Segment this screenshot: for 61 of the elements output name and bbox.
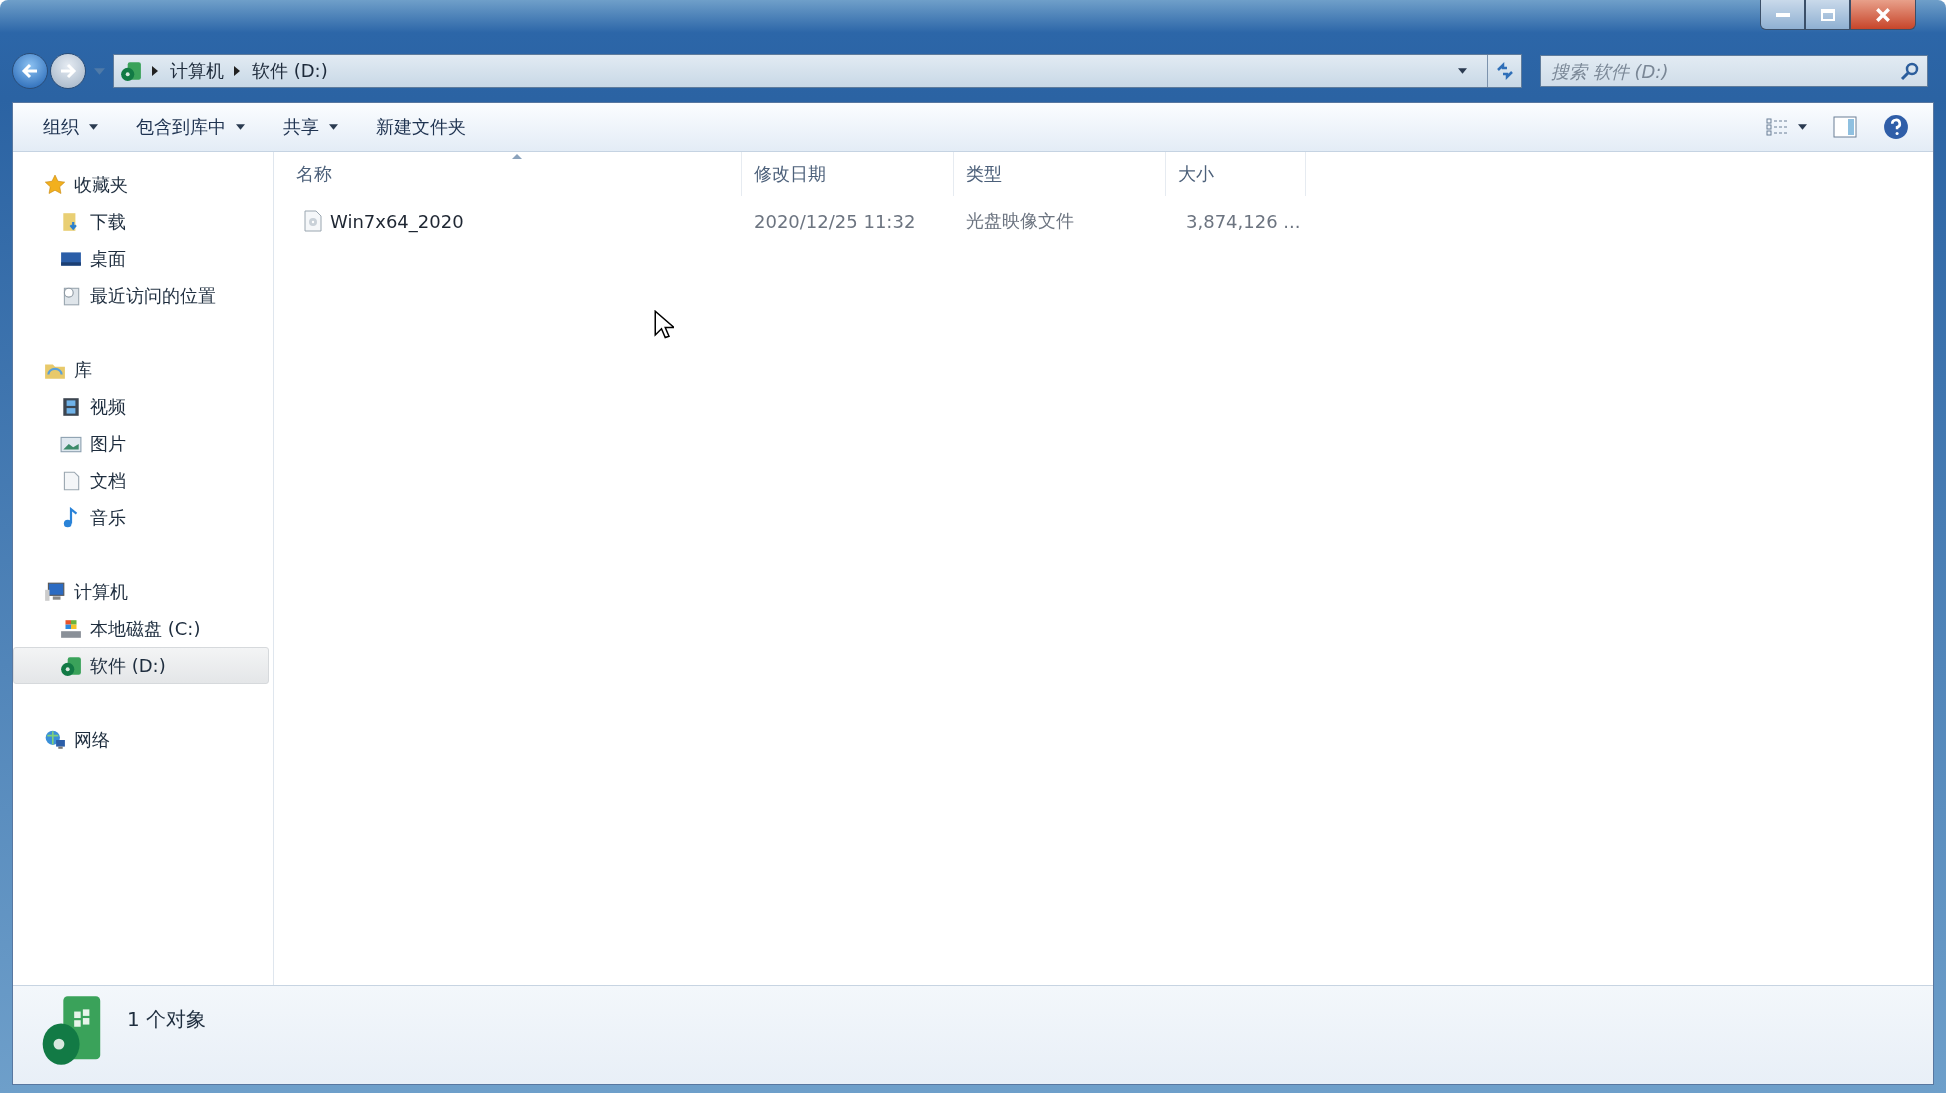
minimize-icon xyxy=(1775,12,1790,17)
toolbar-button[interactable]: 新建文件夹 xyxy=(362,109,480,145)
maximize-button[interactable] xyxy=(1805,0,1850,30)
search-field[interactable]: 搜索 软件 (D:) xyxy=(1540,55,1928,87)
help-icon xyxy=(1883,114,1909,140)
modified-date: 2020/12/25 11:32 xyxy=(753,210,917,232)
caret-icon xyxy=(89,124,98,130)
nav-section[interactable]: 网络 xyxy=(13,721,269,758)
film-icon xyxy=(60,395,82,418)
nav-item[interactable]: 软件 (D:) xyxy=(13,647,269,684)
breadcrumb-arrow-icon[interactable] xyxy=(234,66,240,76)
column-header[interactable]: 修改日期 xyxy=(742,152,954,196)
disc-image-file-icon xyxy=(304,210,322,232)
toolbar-button[interactable]: 共享 xyxy=(269,109,352,145)
disc-drive-icon xyxy=(120,60,142,82)
sort-arrow-icon xyxy=(512,154,522,159)
caret-icon xyxy=(1798,124,1807,130)
caret-icon xyxy=(329,124,338,130)
close-icon xyxy=(1875,6,1891,23)
address-bar[interactable]: 计算机 软件 (D:) xyxy=(113,54,1522,88)
forward-button[interactable] xyxy=(50,53,86,89)
mouse-pointer-icon xyxy=(654,310,674,340)
caret-icon xyxy=(236,124,245,130)
nav-item[interactable]: 最近访问的位置 xyxy=(13,277,269,314)
hard-drive-icon xyxy=(60,617,82,640)
file-size: 3,874,126 ... xyxy=(1185,210,1302,232)
nav-item[interactable]: 视频 xyxy=(13,388,269,425)
back-button[interactable] xyxy=(12,53,48,89)
nav-item[interactable]: 图片 xyxy=(13,425,269,462)
right-arrow-icon xyxy=(58,61,78,81)
close-button[interactable] xyxy=(1850,0,1916,30)
nav-item[interactable]: 桌面 xyxy=(13,240,269,277)
breadcrumb[interactable]: 软件 (D:) xyxy=(252,59,328,83)
nav-section[interactable]: 计算机 xyxy=(13,573,269,610)
column-header[interactable]: 大小 xyxy=(1166,152,1306,196)
status-text: 1 个对象 xyxy=(127,1006,207,1033)
toolbar-button[interactable]: 包含到库中 xyxy=(122,109,259,145)
disc-drive-icon xyxy=(60,654,82,677)
breadcrumb[interactable]: 计算机 xyxy=(170,59,224,83)
nav-item[interactable]: 音乐 xyxy=(13,499,269,536)
nav-item[interactable]: 本地磁盘 (C:) xyxy=(13,610,269,647)
network-globe-icon xyxy=(44,728,66,751)
minimize-button[interactable] xyxy=(1760,0,1805,30)
column-header[interactable]: 名称 xyxy=(274,152,742,196)
search-icon xyxy=(1900,61,1920,81)
caret-icon xyxy=(1457,68,1467,74)
nav-item[interactable]: 文档 xyxy=(13,462,269,499)
maximize-icon xyxy=(1820,8,1835,21)
file-type: 光盘映像文件 xyxy=(965,209,1075,233)
nav-section[interactable]: 收藏夹 xyxy=(13,166,269,203)
toolbar-button[interactable]: 组织 xyxy=(29,109,112,145)
nav-section[interactable]: 库 xyxy=(13,351,269,388)
preview-pane-icon xyxy=(1833,116,1857,138)
column-header[interactable]: 类型 xyxy=(954,152,1166,196)
breadcrumb-arrow-icon[interactable] xyxy=(152,66,158,76)
left-arrow-icon xyxy=(20,61,40,81)
file-name[interactable]: Win7x64_2020 xyxy=(274,210,742,232)
computer-icon xyxy=(44,580,66,603)
details-view-icon xyxy=(1766,117,1790,137)
star-icon xyxy=(44,173,66,196)
nav-item[interactable]: 下载 xyxy=(13,203,269,240)
